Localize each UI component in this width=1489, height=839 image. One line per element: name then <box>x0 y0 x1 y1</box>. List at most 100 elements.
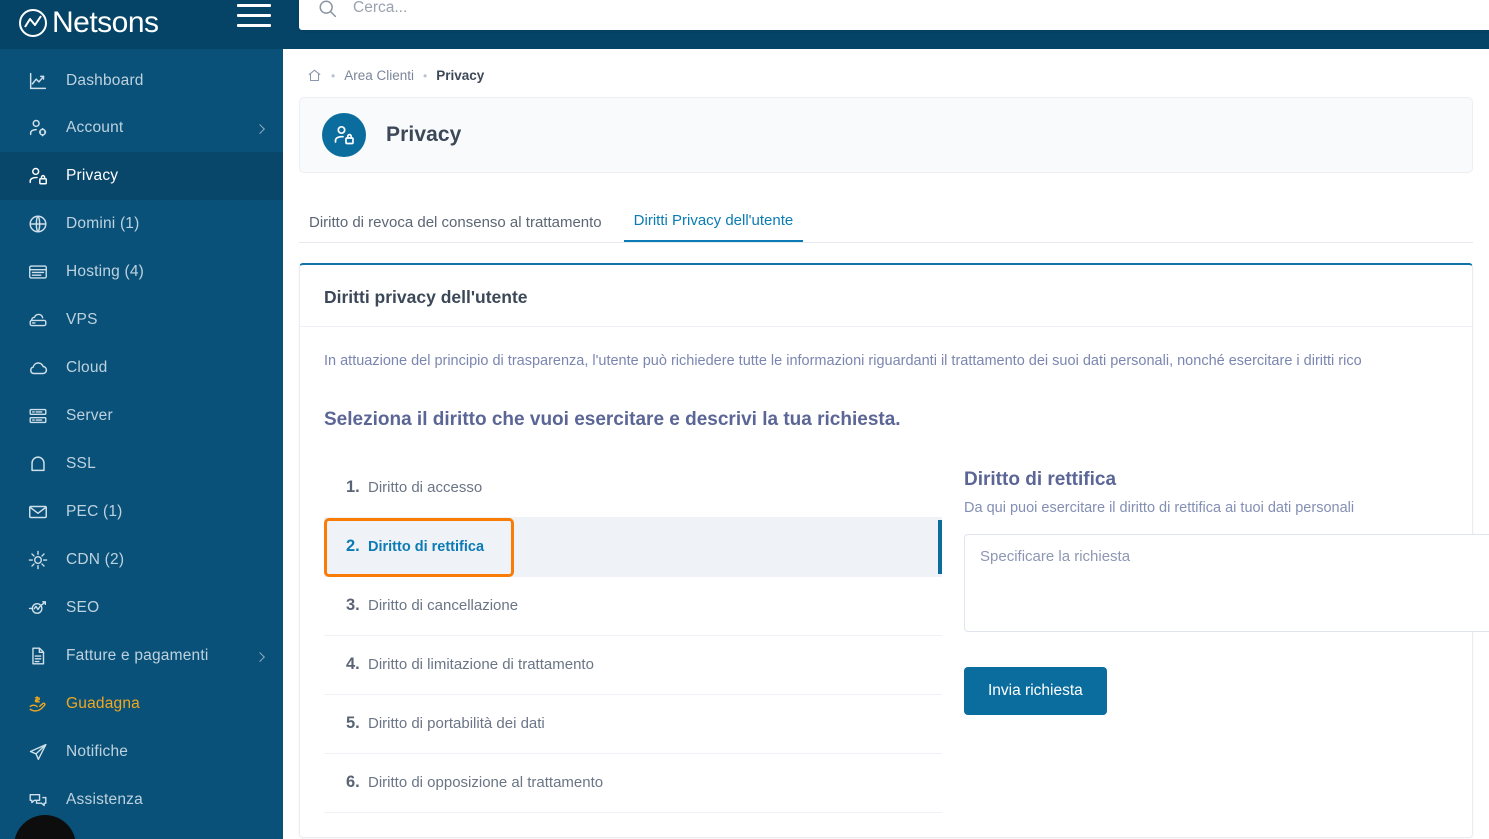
user-gear-icon <box>27 117 53 139</box>
sidebar-item-fatture-e-pagamenti[interactable]: Fatture e pagamenti <box>0 632 283 680</box>
document-icon <box>27 645 53 667</box>
sidebar-item-guadagna[interactable]: Guadagna <box>0 680 283 728</box>
page-header: Privacy <box>299 97 1473 173</box>
send-request-button[interactable]: Invia richiesta <box>964 666 1107 715</box>
right-number: 5. <box>346 714 360 733</box>
main-area: • Area Clienti • Privacy Privacy Dirit <box>283 0 1489 839</box>
sidebar-item-label: Assistenza <box>66 791 143 808</box>
form-title: Diritto di rettifica <box>964 468 1117 490</box>
right-label: Diritto di accesso <box>368 479 483 497</box>
sidebar-item-account[interactable]: Account <box>0 104 283 152</box>
list-item[interactable]: 6. Diritto di opposizione al trattamento <box>324 754 942 813</box>
cdn-burst-icon <box>27 549 53 571</box>
right-label: Diritto di opposizione al trattamento <box>368 774 604 792</box>
sidebar-item-notifiche[interactable]: Notifiche <box>0 728 283 776</box>
list-item[interactable]: 4. Diritto di limitazione di trattamento <box>324 636 942 695</box>
server-list-icon <box>27 261 53 283</box>
breadcrumb-item-area-clienti[interactable]: Area Clienti <box>344 68 414 83</box>
page-title: Privacy <box>386 123 462 146</box>
hand-coin-icon <box>27 693 53 715</box>
tab-diritti-privacy-utente[interactable]: Diritti Privacy dell'utente <box>623 212 804 242</box>
sidebar-item-label: Domini (1) <box>66 215 140 232</box>
brand-name: Netsons <box>52 5 159 39</box>
sidebar-item-cloud[interactable]: Cloud <box>0 344 283 392</box>
sidebar-item-dashboard[interactable]: Dashboard <box>0 57 283 104</box>
privacy-rights-card: Diritti privacy dell'utente In attuazion… <box>299 263 1489 838</box>
sidebar-item-cdn[interactable]: CDN (2) <box>0 536 283 584</box>
envelope-icon <box>27 501 53 523</box>
sidebar-item-label: Fatture e pagamenti <box>66 647 209 664</box>
search-bar[interactable] <box>299 0 1489 30</box>
user-lock-icon <box>322 113 366 157</box>
search-icon <box>317 0 338 19</box>
card-body: In attuazione del principio di trasparen… <box>300 327 1489 837</box>
sidebar-item-label: VPS <box>66 311 98 328</box>
sidebar-item-label: SEO <box>66 599 100 616</box>
top-bar <box>283 0 1489 49</box>
breadcrumb: • Area Clienti • Privacy <box>283 49 1489 83</box>
sidebar-item-label: Account <box>66 119 124 136</box>
cloud-icon <box>27 357 53 379</box>
sidebar-brand-bar: Netsons <box>0 0 283 49</box>
request-textarea[interactable] <box>964 533 1489 632</box>
sidebar-item-ssl[interactable]: SSL <box>0 440 283 488</box>
brand-logo[interactable]: Netsons <box>18 5 159 39</box>
textarea-wrap <box>964 533 1489 637</box>
sidebar-item-hosting[interactable]: Hosting (4) <box>0 248 283 296</box>
right-number: 6. <box>346 773 360 792</box>
sidebar-item-server[interactable]: Server <box>0 392 283 440</box>
sidebar-item-label: Guadagna <box>66 695 140 712</box>
sidebar-item-label: Hosting (4) <box>66 263 145 280</box>
user-lock-icon <box>27 165 53 187</box>
content: • Area Clienti • Privacy Privacy Diritto… <box>283 49 1489 838</box>
right-label: Diritto di limitazione di trattamento <box>368 656 594 674</box>
sidebar-item-vps[interactable]: VPS <box>0 296 283 344</box>
sidebar-item-label: Notifiche <box>66 743 129 760</box>
card-title: Diritti privacy dell'utente <box>300 265 1472 327</box>
sidebar-item-pec[interactable]: PEC (1) <box>0 488 283 536</box>
sidebar-item-label: Dashboard <box>66 71 144 89</box>
sidebar-item-seo[interactable]: SEO <box>0 584 283 632</box>
right-number: 3. <box>346 596 360 615</box>
sidebar-nav: Dashboard Account Privacy Domini (1) Hos… <box>0 49 283 824</box>
globe-icon <box>27 213 53 235</box>
breadcrumb-separator: • <box>422 68 428 83</box>
sidebar-item-label: SSL <box>66 455 96 472</box>
sidebar: Netsons Dashboard Account Privacy Domini… <box>0 0 283 839</box>
right-number: 1. <box>346 478 360 497</box>
request-form: Diritto di rettifica Da qui puoi esercit… <box>964 459 1489 813</box>
sidebar-item-privacy[interactable]: Privacy <box>0 152 283 200</box>
app-root: Netsons Dashboard Account Privacy Domini… <box>0 0 1489 839</box>
list-item[interactable]: 3. Diritto di cancellazione <box>324 577 942 636</box>
sidebar-item-domini[interactable]: Domini (1) <box>0 200 283 248</box>
paper-plane-icon <box>27 741 53 763</box>
server-rack-icon <box>27 405 53 427</box>
tab-diritto-di-revoca[interactable]: Diritto di revoca del consenso al tratta… <box>299 214 612 242</box>
list-item[interactable]: 1. Diritto di accesso <box>324 459 942 518</box>
list-item[interactable]: 5. Diritto di portabilità dei dati <box>324 695 942 754</box>
hamburger-menu-icon[interactable] <box>237 0 271 30</box>
rights-list: 1. Diritto di accesso 2. Diritto di rett… <box>324 459 942 813</box>
right-label: Diritto di portabilità dei dati <box>368 715 545 733</box>
right-number: 4. <box>346 655 360 674</box>
breadcrumb-separator: • <box>331 68 336 83</box>
selection-prompt: Seleziona il diritto che vuoi esercitare… <box>324 408 901 430</box>
chat-bubbles-icon <box>27 789 53 811</box>
home-icon[interactable] <box>307 68 322 83</box>
list-item[interactable]: 2. Diritto di rettifica <box>324 517 942 577</box>
sidebar-item-label: PEC (1) <box>66 503 123 520</box>
chevron-right-icon <box>255 124 265 134</box>
search-input[interactable] <box>353 0 1435 17</box>
form-subtitle: Da qui puoi esercitare il diritto di ret… <box>964 499 1355 516</box>
vps-cloud-icon <box>27 309 53 331</box>
intro-text: In attuazione del principio di trasparen… <box>324 353 1362 369</box>
sidebar-item-label: Cloud <box>66 359 108 376</box>
sidebar-item-label: CDN (2) <box>66 551 125 568</box>
right-label: Diritto di rettifica <box>368 538 485 555</box>
sidebar-item-label: Server <box>66 407 113 424</box>
netsons-logo-icon <box>18 8 48 38</box>
tab-bar: Diritto di revoca del consenso al tratta… <box>299 201 1473 243</box>
right-label: Diritto di cancellazione <box>368 597 519 615</box>
lock-icon <box>27 453 53 475</box>
breadcrumb-item-privacy: Privacy <box>436 68 485 83</box>
